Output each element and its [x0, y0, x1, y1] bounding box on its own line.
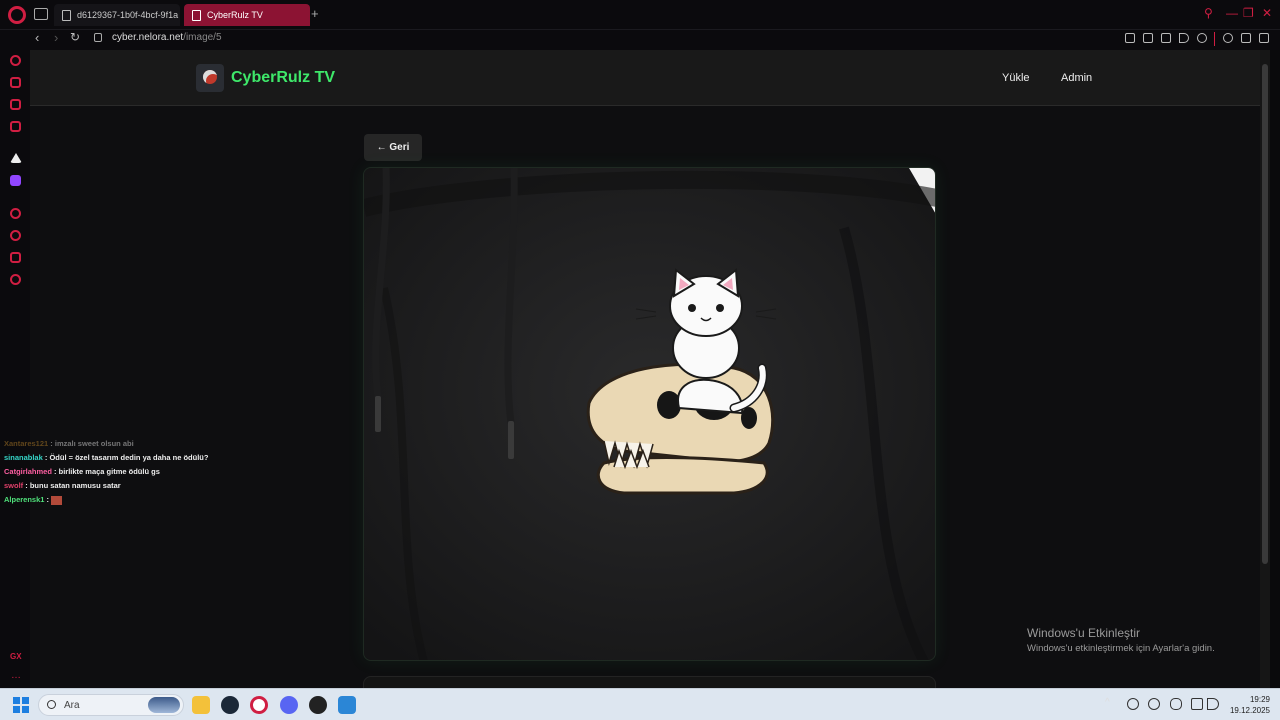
- minimize-icon[interactable]: —: [1226, 6, 1238, 20]
- profile-icon[interactable]: [1223, 33, 1233, 43]
- chat-text: : bunu satan namusu satar: [25, 481, 121, 490]
- chat-user: Xantares121: [4, 439, 49, 448]
- search-placeholder: Ara: [64, 700, 80, 711]
- tab-1-title: d6129367-1b0f-4bcf-9f1a: [77, 10, 179, 20]
- emote-icon: [51, 495, 63, 505]
- hoodie-artwork: [364, 168, 935, 660]
- network-icon[interactable]: [1191, 698, 1203, 710]
- volume-icon[interactable]: [1207, 698, 1219, 710]
- site-title[interactable]: CyberRulz TV: [231, 69, 335, 87]
- chat-message: Xantares121 : imzalı sweet olsun abi: [4, 437, 244, 451]
- forward-icon[interactable]: ›: [54, 30, 58, 45]
- messenger-icon[interactable]: [10, 99, 21, 110]
- nav-admin-link[interactable]: Admin: [1061, 72, 1092, 84]
- chat-user: sinanablak: [4, 453, 43, 462]
- lock-icon: [94, 33, 102, 42]
- clock-time: 19:29: [1249, 695, 1270, 704]
- reload-icon[interactable]: ↻: [70, 30, 80, 44]
- chat-text: : Ödül = özel tasarım dedin ya daha ne ö…: [44, 453, 209, 462]
- taskbar-search[interactable]: Ara: [38, 694, 184, 716]
- restore-icon[interactable]: ❐: [1243, 6, 1254, 20]
- search-highlight-image: [148, 697, 180, 713]
- new-tab-icon[interactable]: +: [311, 6, 319, 21]
- chat-user: Catgirlahmed: [4, 467, 52, 476]
- url-path: /image/5: [183, 32, 222, 43]
- scrollbar-thumb[interactable]: [1262, 64, 1268, 564]
- chat-message: sinanablak : Ödül = özel tasarım dedin y…: [4, 451, 244, 465]
- chat-user: Alperensk1: [4, 495, 45, 504]
- photos-icon[interactable]: [338, 696, 356, 714]
- tab-2[interactable]: CyberRulz TV: [184, 4, 310, 26]
- steam-icon[interactable]: [221, 696, 239, 714]
- chat-overlay: Xantares121 : imzalı sweet olsun abi sin…: [4, 437, 244, 507]
- clock-date: 19.12.2025: [1229, 706, 1270, 715]
- chat-text: : imzalı sweet olsun abi: [50, 439, 134, 448]
- back-button[interactable]: ← Geri: [364, 134, 422, 161]
- search-tabs-icon[interactable]: ⚲: [1204, 6, 1213, 20]
- close-icon[interactable]: ✕: [1262, 6, 1272, 20]
- file-explorer-icon[interactable]: [192, 696, 210, 714]
- tab-2-title: CyberRulz TV: [207, 10, 263, 20]
- play-icon[interactable]: [1179, 33, 1189, 43]
- chat-message: swolf : bunu satan namusu satar: [4, 479, 244, 493]
- back-icon[interactable]: ‹: [35, 30, 39, 45]
- taskbar-clock[interactable]: 19:29 19.12.2025: [1226, 694, 1270, 716]
- discord-icon[interactable]: [280, 696, 298, 714]
- cloud-icon[interactable]: [1148, 698, 1160, 710]
- tray-overflow-icon[interactable]: ^: [1105, 697, 1117, 709]
- url-field[interactable]: cyber.nelora.net/image/5: [112, 32, 222, 43]
- browser-tabbar: d6129367-1b0f-4bcf-9f1a CyberRulz TV + ⚲…: [0, 0, 1280, 30]
- obs-icon[interactable]: [309, 696, 327, 714]
- page-icon: [192, 9, 201, 21]
- web-page: CyberRulz TV Yükle Admin ← Geri Windows'…: [30, 50, 1270, 688]
- site-header: CyberRulz TV Yükle Admin: [30, 50, 1270, 106]
- tab-switcher-icon[interactable]: [34, 8, 48, 20]
- opera-icon[interactable]: [8, 6, 26, 24]
- toolbar-divider: [1214, 32, 1215, 46]
- settings-icon[interactable]: [10, 274, 21, 285]
- url-host: cyber.nelora.net: [112, 32, 184, 43]
- menu-icon[interactable]: [1259, 33, 1269, 43]
- more-icon[interactable]: …: [11, 670, 21, 681]
- chat-message: Alperensk1 :: [4, 493, 244, 507]
- opera-gx-icon[interactable]: [250, 696, 268, 714]
- windows-taskbar: Ara ^ 19:29 19.12.2025: [0, 688, 1280, 720]
- page-scrollbar[interactable]: [1260, 50, 1270, 688]
- gx-corner-icon[interactable]: [10, 77, 21, 88]
- extensions-icon[interactable]: [10, 252, 21, 263]
- heart-icon[interactable]: [1197, 33, 1207, 43]
- adblock-icon[interactable]: [1161, 33, 1171, 43]
- gx-label-icon: GX: [10, 652, 22, 661]
- history-icon[interactable]: [10, 230, 21, 241]
- site-logo[interactable]: [196, 64, 224, 92]
- sync-icon[interactable]: [1127, 698, 1139, 710]
- opera-sidebar: GX …: [0, 50, 30, 688]
- download-icon[interactable]: [1241, 33, 1251, 43]
- search-icon: [47, 700, 56, 709]
- chat-text: : birlikte maça gitme ödülü gs: [54, 467, 160, 476]
- chat-message: Catgirlahmed : birlikte maça gitme ödülü…: [4, 465, 244, 479]
- snapshot-icon[interactable]: [1125, 33, 1135, 43]
- mic-icon[interactable]: [1170, 698, 1182, 710]
- details-card: [363, 676, 936, 688]
- address-bar: ‹ › ↻ cyber.nelora.net/image/5: [0, 30, 1280, 50]
- news-icon[interactable]: [10, 121, 21, 132]
- twitch-icon[interactable]: [10, 175, 21, 186]
- image-preview[interactable]: [363, 167, 936, 661]
- dino-skull: [586, 362, 775, 495]
- activation-title: Windows'u Etkinleştir: [1027, 626, 1140, 640]
- chat-text: :: [46, 495, 50, 504]
- chat-user: swolf: [4, 481, 24, 490]
- nav-upload-link[interactable]: Yükle: [1002, 72, 1030, 84]
- crop-icon[interactable]: [1143, 33, 1153, 43]
- activation-subtitle: Windows'u etkinleştirmek için Ayarlar'a …: [1027, 643, 1215, 654]
- windows-start-icon[interactable]: [13, 697, 29, 713]
- gx-control-icon[interactable]: [10, 55, 21, 66]
- tab-1[interactable]: d6129367-1b0f-4bcf-9f1a: [54, 4, 180, 26]
- aria-icon[interactable]: [10, 153, 22, 163]
- windows-activation-notice: Windows'u Etkinleştir Windows'u etkinleş…: [1027, 626, 1215, 654]
- player-icon[interactable]: [10, 208, 21, 219]
- page-icon: [62, 9, 71, 21]
